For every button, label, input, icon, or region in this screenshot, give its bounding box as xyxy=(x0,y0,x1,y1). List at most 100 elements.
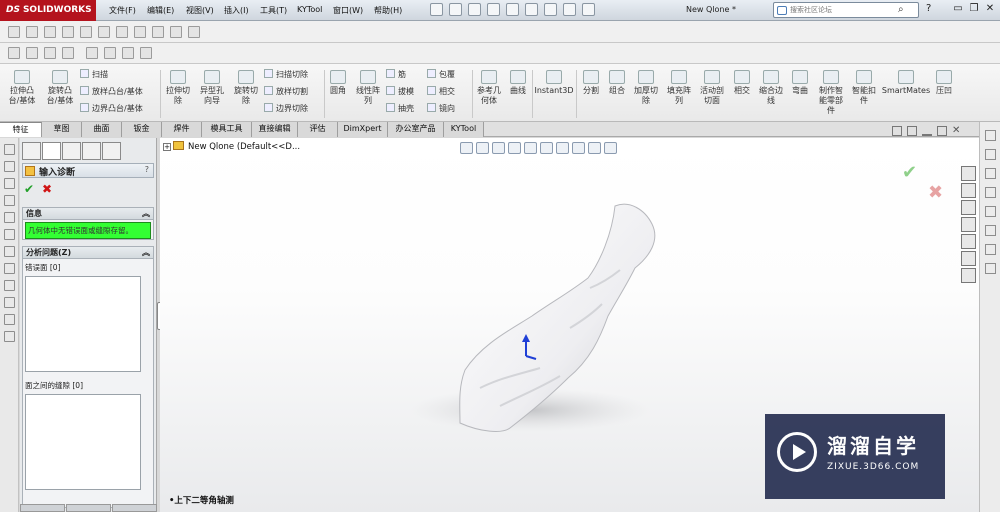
sketch-tool-icon[interactable] xyxy=(3,314,15,325)
tab-evaluate[interactable]: 评估 xyxy=(298,122,338,137)
cancel-button[interactable]: ✖ xyxy=(42,182,52,196)
view-tool-icon[interactable] xyxy=(104,47,116,59)
view-tool-icon[interactable] xyxy=(140,47,152,59)
sketch-tool-icon[interactable] xyxy=(3,144,15,155)
file-explorer-icon[interactable] xyxy=(961,200,976,215)
thicken-cut-button[interactable]: 加厚切 除 xyxy=(630,70,662,106)
zoom-icon[interactable] xyxy=(8,47,20,59)
sketch-entity-icon[interactable] xyxy=(984,130,996,141)
help-button[interactable]: ? xyxy=(145,165,149,174)
feature-tool-icon[interactable] xyxy=(62,26,74,38)
restore-button[interactable]: ❐ xyxy=(968,2,980,16)
sketch-tool-icon[interactable] xyxy=(3,280,15,291)
sketch-entity-icon[interactable] xyxy=(984,168,996,179)
boundary-boss-button[interactable]: 边界凸台/基体 xyxy=(80,103,143,114)
feature-tool-icon[interactable] xyxy=(44,26,56,38)
sketch-entity-icon[interactable] xyxy=(984,187,996,198)
wrap-button[interactable]: 包覆 xyxy=(427,69,455,80)
fillet-button[interactable]: 圆角 xyxy=(326,70,350,96)
shrink-edges-button[interactable]: 缩合边 线 xyxy=(756,70,786,106)
intersect-button[interactable]: 相交 xyxy=(729,70,755,96)
search-folder-icon[interactable] xyxy=(961,217,976,232)
tab-direct-editing[interactable]: 直接编辑 xyxy=(252,122,298,137)
doc-close-icon[interactable]: ✕ xyxy=(952,126,960,136)
combine-button[interactable]: 组合 xyxy=(604,70,630,96)
draft-button[interactable]: 拔模 xyxy=(386,86,414,97)
tab-sheet-metal[interactable]: 钣金 xyxy=(122,122,162,137)
menu-help[interactable]: 帮助(H) xyxy=(374,5,402,16)
save-icon[interactable] xyxy=(468,3,481,16)
view-tool-icon[interactable] xyxy=(86,47,98,59)
file-properties-icon[interactable] xyxy=(563,3,576,16)
solidworks-resources-icon[interactable] xyxy=(961,166,976,181)
sketch-tool-icon[interactable] xyxy=(3,263,15,274)
menu-edit[interactable]: 编辑(E) xyxy=(147,5,174,16)
undo-icon[interactable] xyxy=(506,3,519,16)
sketch-tool-icon[interactable] xyxy=(3,195,15,206)
cascade-icon[interactable] xyxy=(907,126,917,136)
feature-tool-icon[interactable] xyxy=(134,26,146,38)
solidworks-logo[interactable]: DS SOLIDWORKS xyxy=(0,0,96,21)
dimxpert-manager-tab-icon[interactable] xyxy=(82,142,101,160)
select-icon[interactable] xyxy=(525,3,538,16)
instant3d-button[interactable]: Instant3D xyxy=(534,70,574,96)
design-library-icon[interactable] xyxy=(961,183,976,198)
view-tool-icon[interactable] xyxy=(122,47,134,59)
display-manager-tab-icon[interactable] xyxy=(102,142,121,160)
hole-wizard-button[interactable]: 异型孔 向导 xyxy=(196,70,228,106)
sketch-tool-icon[interactable] xyxy=(3,178,15,189)
menu-kytool[interactable]: KYTool xyxy=(297,5,322,14)
menu-insert[interactable]: 插入(I) xyxy=(224,5,249,16)
tile-icon[interactable] xyxy=(892,126,902,136)
mirror-button[interactable]: 镜向 xyxy=(427,103,455,114)
feature-tool-icon[interactable] xyxy=(152,26,164,38)
doc-minimize-icon[interactable] xyxy=(922,126,932,136)
feature-tool-icon[interactable] xyxy=(116,26,128,38)
sketch-entity-icon[interactable] xyxy=(984,225,996,236)
curves-button[interactable]: 曲线 xyxy=(506,70,530,96)
sketch-entity-icon[interactable] xyxy=(984,263,996,274)
property-manager-tab-icon[interactable] xyxy=(42,142,61,160)
collapse-icon[interactable]: ︽ xyxy=(142,208,150,220)
split-button[interactable]: 分割 xyxy=(578,70,604,96)
sketch-tool-icon[interactable] xyxy=(3,161,15,172)
feature-manager-tab-icon[interactable] xyxy=(22,142,41,160)
tab-surfaces[interactable]: 曲面 xyxy=(82,122,122,137)
loft-boss-button[interactable]: 放样凸台/基体 xyxy=(80,86,143,97)
live-section-plane-button[interactable]: 活动剖 切面 xyxy=(696,70,728,106)
menu-tools[interactable]: 工具(T) xyxy=(260,5,287,16)
menu-view[interactable]: 视图(V) xyxy=(186,5,214,16)
reference-geometry-button[interactable]: 参考几 何体 xyxy=(474,70,504,106)
analyze-section-header[interactable]: 分析问题(Z) ︽ xyxy=(23,247,153,259)
appearances-icon[interactable] xyxy=(961,251,976,266)
make-smart-component-button[interactable]: 制作智 能零部 件 xyxy=(814,70,848,116)
minimize-button[interactable]: ▭ xyxy=(952,2,964,16)
menu-file[interactable]: 文件(F) xyxy=(109,5,136,16)
sketch-tool-icon[interactable] xyxy=(3,229,15,240)
rib-button[interactable]: 筋 xyxy=(386,69,406,80)
bottom-tab[interactable] xyxy=(66,504,111,512)
faulty-faces-list[interactable] xyxy=(25,276,141,372)
tab-kytool[interactable]: KYTool xyxy=(444,122,484,137)
extruded-boss-button[interactable]: 拉伸凸 台/基体 xyxy=(4,70,40,106)
bottom-tab[interactable] xyxy=(112,504,157,512)
ok-button[interactable]: ✔ xyxy=(24,182,34,196)
info-section-header[interactable]: 信息 ︽ xyxy=(23,208,153,220)
feature-tool-icon[interactable] xyxy=(170,26,182,38)
sketch-entity-icon[interactable] xyxy=(984,244,996,255)
sketch-tool-icon[interactable] xyxy=(3,331,15,342)
view-tool-icon[interactable] xyxy=(62,47,74,59)
fill-pattern-button[interactable]: 填充阵 列 xyxy=(663,70,695,106)
options-icon[interactable] xyxy=(582,3,595,16)
bottom-tab[interactable] xyxy=(20,504,65,512)
feature-tool-icon[interactable] xyxy=(188,26,200,38)
boundary-cut-button[interactable]: 边界切除 xyxy=(264,103,308,114)
collapse-icon[interactable]: ︽ xyxy=(142,247,150,259)
tab-office-products[interactable]: 办公室产品 xyxy=(388,122,444,137)
tab-dimxpert[interactable]: DimXpert xyxy=(338,122,388,137)
flex-button[interactable]: 弯曲 xyxy=(787,70,813,96)
search-icon[interactable]: ⌕ xyxy=(898,4,904,15)
lofted-cut-button[interactable]: 放样切割 xyxy=(264,86,308,97)
gaps-list[interactable] xyxy=(25,394,141,490)
sweep-button[interactable]: 扫描 xyxy=(80,69,108,80)
